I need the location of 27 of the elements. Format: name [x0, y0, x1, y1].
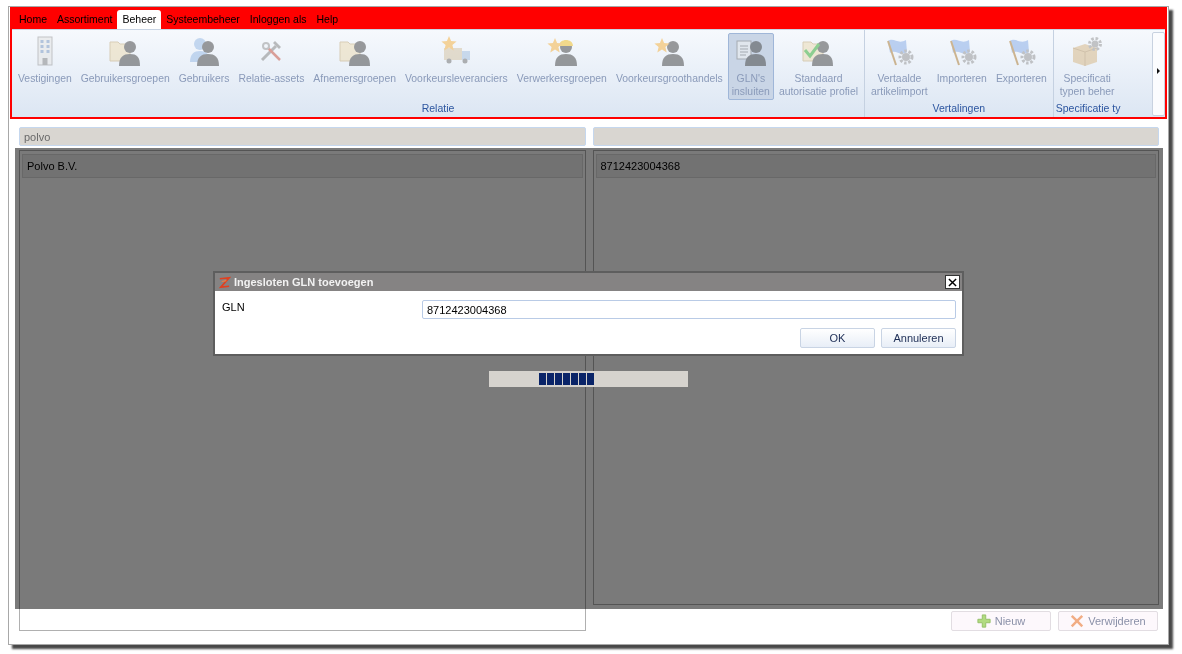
menu-tab[interactable]: Beheer	[117, 10, 162, 29]
filter-field[interactable]: polvo	[19, 127, 586, 146]
menu-tab[interactable]: Systeembeheer	[161, 10, 245, 29]
list-row[interactable]: Polvo B.V.	[22, 154, 583, 178]
menu-tab[interactable]: Home	[14, 10, 52, 29]
logo-icon	[218, 275, 231, 289]
menu-tab[interactable]: Help	[311, 10, 344, 29]
close-icon	[948, 277, 957, 287]
dialog-title: Ingesloten GLN toevoegen	[234, 276, 374, 288]
menu-tab[interactable]: Assortiment	[52, 10, 118, 29]
box-gear-icon	[1071, 35, 1104, 67]
close-button[interactable]	[945, 275, 960, 289]
ribbon-scroll-button[interactable]	[1152, 32, 1165, 116]
ribbon-group-label: Specificatie ty	[1055, 101, 1121, 116]
cancel-button[interactable]: Annuleren	[881, 328, 956, 348]
list-row[interactable]: 8712423004368	[595, 154, 1156, 178]
ok-button[interactable]: OK	[800, 328, 875, 348]
menu-tab[interactable]: Inloggen als	[244, 10, 312, 29]
field-label: GLN	[222, 300, 246, 314]
ribbon-group-label: Vertalingen	[931, 101, 987, 116]
people-icon	[188, 35, 221, 67]
filter-field[interactable]	[592, 127, 1159, 146]
delete-icon	[1070, 614, 1085, 628]
caret-right-icon	[1157, 68, 1160, 74]
plus-icon	[976, 614, 991, 628]
gln-input[interactable]: 8712423004368	[422, 300, 956, 319]
ribbon-group-label: Relatie	[420, 101, 456, 116]
